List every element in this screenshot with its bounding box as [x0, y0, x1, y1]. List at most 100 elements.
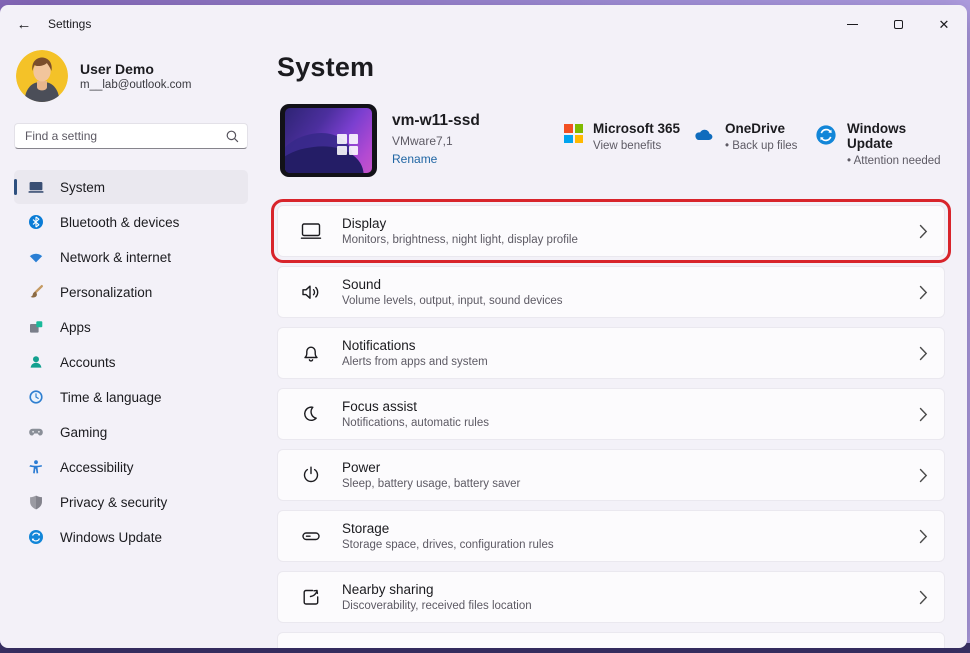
device-model: VMware7,1: [392, 134, 453, 148]
sidebar-item-label: Network & internet: [60, 249, 172, 265]
row-focus-assist[interactable]: Focus assist Notifications, automatic ru…: [277, 388, 945, 440]
moon-icon: [299, 402, 323, 426]
sidebar-item-label: Time & language: [60, 389, 162, 405]
row-subtitle: Discoverability, received files location: [342, 600, 532, 612]
chevron-right-icon: [919, 407, 928, 422]
device-thumbnail: [280, 104, 377, 177]
avatar: [16, 50, 68, 102]
minimize-button[interactable]: [829, 5, 875, 43]
sidebar-item-personalization[interactable]: Personalization: [14, 275, 248, 309]
bell-icon: [299, 341, 323, 365]
sidebar-nav: System Bluetooth & devices Network & int…: [14, 170, 248, 554]
settings-rows: Display Monitors, brightness, night ligh…: [271, 199, 951, 648]
rename-link[interactable]: Rename: [392, 152, 437, 166]
device-name: vm-w11-ssd: [392, 112, 480, 129]
chevron-right-icon: [919, 224, 928, 239]
sidebar-item-accessibility[interactable]: Accessibility: [14, 450, 248, 484]
close-icon: ✕: [938, 16, 950, 32]
bluetooth-icon: [28, 214, 44, 230]
sidebar: User Demo m__lab@outlook.com System: [0, 43, 262, 648]
row-storage[interactable]: Storage Storage space, drives, configura…: [277, 510, 945, 562]
windows-update-status-icon: [815, 124, 837, 167]
user-name: User Demo: [80, 61, 154, 77]
row-sound[interactable]: Sound Volume levels, output, input, soun…: [277, 266, 945, 318]
system-icon: [28, 179, 44, 195]
row-nearby-sharing[interactable]: Nearby sharing Discoverability, received…: [277, 571, 945, 623]
chevron-right-icon: [919, 529, 928, 544]
minimize-icon: [846, 23, 858, 25]
sidebar-item-system[interactable]: System: [14, 170, 248, 204]
power-icon: [299, 463, 323, 487]
sidebar-item-network-internet[interactable]: Network & internet: [14, 240, 248, 274]
status-windows-update[interactable]: Windows Update • Attention needed: [815, 121, 945, 167]
back-button[interactable]: ←: [8, 11, 40, 37]
sidebar-item-accounts[interactable]: Accounts: [14, 345, 248, 379]
multitasking-icon: [299, 646, 323, 648]
status-title: Windows Update: [847, 121, 907, 151]
row-notifications[interactable]: Notifications Alerts from apps and syste…: [277, 327, 945, 379]
row-display[interactable]: Display Monitors, brightness, night ligh…: [271, 199, 951, 263]
status-onedrive[interactable]: OneDrive • Back up files: [691, 121, 797, 152]
row-title: Sound: [342, 277, 382, 292]
sound-icon: [299, 280, 323, 304]
windows-update-icon: [28, 529, 44, 545]
back-arrow-icon: ←: [16, 15, 32, 33]
apps-icon: [28, 319, 44, 335]
display-icon: [299, 219, 323, 243]
chevron-right-icon: [919, 468, 928, 483]
sidebar-item-label: Bluetooth & devices: [60, 214, 180, 230]
device-wallpaper: [285, 108, 372, 173]
page-title: System: [277, 52, 375, 82]
window-title: Settings: [48, 17, 92, 31]
row-subtitle: Monitors, brightness, night light, displ…: [342, 234, 578, 246]
status-microsoft-365[interactable]: Microsoft 365 View benefits: [564, 121, 680, 152]
search-icon: [226, 130, 239, 143]
titlebar: ← Settings ✕: [0, 5, 967, 43]
row-title: Storage: [342, 521, 390, 536]
sidebar-item-bluetooth-devices[interactable]: Bluetooth & devices: [14, 205, 248, 239]
accessibility-icon: [28, 459, 44, 475]
user-profile: User Demo m__lab@outlook.com: [14, 50, 248, 102]
share-icon: [299, 585, 323, 609]
status-subtitle: • Back up files: [725, 140, 798, 152]
row-subtitle: Storage space, drives, configuration rul…: [342, 539, 554, 551]
row-title: Power: [342, 460, 381, 475]
sidebar-item-privacy-security[interactable]: Privacy & security: [14, 485, 248, 519]
clock-icon: [28, 389, 44, 405]
status-subtitle: View benefits: [593, 140, 662, 152]
sidebar-item-windows-update[interactable]: Windows Update: [14, 520, 248, 554]
row-subtitle: Volume levels, output, input, sound devi…: [342, 295, 563, 307]
microsoft-365-icon: [564, 124, 583, 143]
sidebar-item-label: Accessibility: [60, 459, 134, 475]
status-subtitle: • Attention needed: [847, 155, 941, 167]
sidebar-item-apps[interactable]: Apps: [14, 310, 248, 344]
gamepad-icon: [28, 424, 44, 440]
onedrive-icon: [691, 124, 715, 152]
sidebar-item-label: System: [60, 179, 106, 195]
sidebar-item-label: Accounts: [60, 354, 116, 370]
row-title: Focus assist: [342, 399, 418, 414]
sidebar-item-label: Windows Update: [60, 529, 163, 545]
storage-icon: [299, 524, 323, 548]
shield-icon: [28, 494, 44, 510]
profile-text: User Demo m__lab@outlook.com: [80, 61, 191, 91]
settings-window: ← Settings ✕ User Demo m__lab@outlook.co…: [0, 5, 967, 648]
row-subtitle: Notifications, automatic rules: [342, 417, 490, 429]
sidebar-item-gaming[interactable]: Gaming: [14, 415, 248, 449]
accounts-icon: [28, 354, 44, 370]
row-title: Nearby sharing: [342, 582, 434, 597]
user-email: m__lab@outlook.com: [80, 79, 192, 91]
search-box[interactable]: [14, 123, 248, 149]
sidebar-item-time-language[interactable]: Time & language: [14, 380, 248, 414]
search-input[interactable]: [25, 129, 226, 143]
device-info: vm-w11-ssd VMware7,1 Rename: [392, 112, 480, 168]
row-power[interactable]: Power Sleep, battery usage, battery save…: [277, 449, 945, 501]
row-subtitle: Alerts from apps and system: [342, 356, 488, 368]
sidebar-item-label: Gaming: [60, 424, 108, 440]
sidebar-item-label: Apps: [60, 319, 91, 335]
close-button[interactable]: ✕: [921, 5, 967, 43]
main-content: System vm-w11-ssd VMware7,1 Rename Micro…: [262, 43, 967, 648]
row-multitasking[interactable]: Multitasking: [277, 632, 945, 648]
maximize-button[interactable]: [875, 5, 921, 43]
windows-logo-icon: [337, 134, 358, 155]
